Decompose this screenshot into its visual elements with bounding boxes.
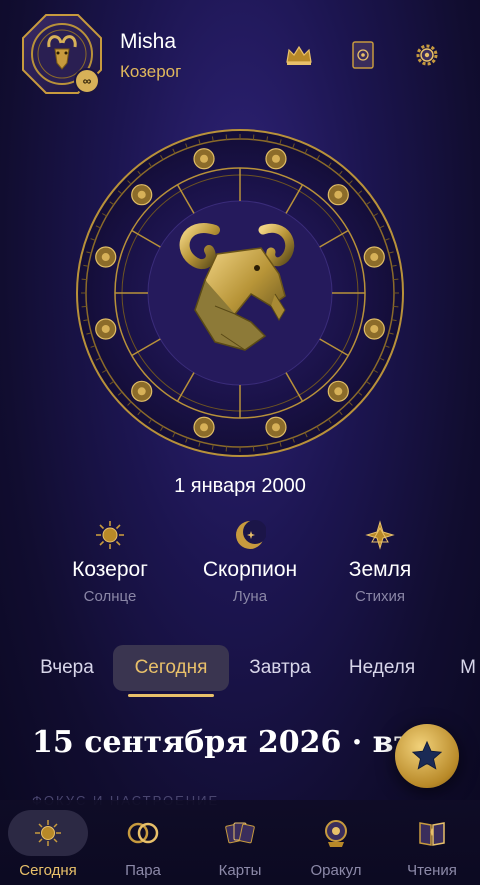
nav-readings-label: Чтения xyxy=(407,862,457,879)
moon-sign-value: Скорпион xyxy=(202,558,298,581)
zodiac-medallion-icon xyxy=(265,148,287,170)
bottom-navigation: Сегодня Пара Карты Оракул Чтения xyxy=(0,800,480,885)
zodiac-medallion-icon xyxy=(193,416,215,438)
zodiac-medallion-icon xyxy=(327,380,349,402)
nav-pair-label: Пара xyxy=(125,862,161,879)
nav-today-label: Сегодня xyxy=(19,862,77,879)
element-sign-value: Земля xyxy=(348,558,412,581)
zodiac-medallion-icon xyxy=(363,318,385,340)
moon-sign: Скорпион Луна xyxy=(175,518,325,605)
book-icon xyxy=(392,810,472,856)
user-name: Misha xyxy=(120,30,177,53)
zodiac-medallion-icon xyxy=(363,246,385,268)
rings-icon xyxy=(103,810,183,856)
zodiac-wheel xyxy=(76,129,404,457)
sun-sign-label: Солнце xyxy=(83,588,137,605)
sun-sign-value: Козерог xyxy=(72,558,148,581)
zodiac-medallion-icon xyxy=(95,318,117,340)
birth-date: 1 января 2000 xyxy=(174,475,306,497)
tab-month[interactable]: М xyxy=(448,645,480,691)
moon-sign-label: Луна xyxy=(232,588,268,605)
settings-gear-icon[interactable] xyxy=(410,38,444,72)
zodiac-medallion-icon xyxy=(265,416,287,438)
crown-icon[interactable] xyxy=(282,38,316,72)
date-heading: 15 сентября 2026 · вторник xyxy=(32,725,412,760)
star-icon xyxy=(411,740,443,770)
cards-icon xyxy=(200,810,280,856)
user-sign: Козерог xyxy=(120,62,182,81)
oracle-icon xyxy=(296,810,376,856)
nav-readings[interactable]: Чтения xyxy=(392,810,472,882)
zodiac-medallion-icon xyxy=(131,380,153,402)
zodiac-medallion-icon xyxy=(193,148,215,170)
nav-today[interactable]: Сегодня xyxy=(8,810,88,882)
nav-oracle[interactable]: Оракул xyxy=(296,810,376,882)
tab-active-indicator xyxy=(128,694,214,697)
zodiac-medallion-icon xyxy=(327,184,349,206)
earth-element-icon xyxy=(305,518,455,552)
header: ∞ Misha Козерог xyxy=(0,0,480,110)
moon-icon xyxy=(175,518,325,552)
zodiac-medallion-icon xyxy=(131,184,153,206)
sun-sign: Козерог Солнце xyxy=(35,518,185,605)
nav-oracle-label: Оракул xyxy=(310,862,362,879)
nav-pair[interactable]: Пара xyxy=(103,810,183,882)
element-sign: Земля Стихия xyxy=(305,518,455,605)
period-tabs: Вчера Сегодня Завтра Неделя М xyxy=(0,645,480,697)
nav-cards[interactable]: Карты xyxy=(200,810,280,882)
sun-icon xyxy=(35,518,185,552)
nav-cards-label: Карты xyxy=(218,862,262,879)
tarot-card-icon[interactable] xyxy=(346,38,380,72)
zodiac-medallion-icon xyxy=(95,246,117,268)
sun-icon xyxy=(8,810,88,856)
avatar-badge[interactable]: ∞ xyxy=(74,68,100,94)
tab-yesterday[interactable]: Вчера xyxy=(26,645,108,691)
tab-week[interactable]: Неделя xyxy=(336,645,428,691)
tab-tomorrow[interactable]: Завтра xyxy=(238,645,322,691)
element-sign-label: Стихия xyxy=(354,588,406,605)
favorite-star-button[interactable] xyxy=(395,724,459,788)
tab-today[interactable]: Сегодня xyxy=(113,645,229,691)
